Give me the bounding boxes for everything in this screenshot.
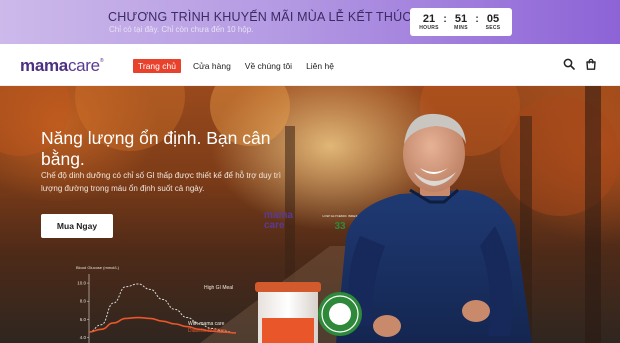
countdown-secs-label: SECS [485,25,501,31]
promo-subtitle: Chỉ có tại đây. Chỉ còn chưa đến 10 hộp. [109,25,254,34]
promo-title: CHƯƠNG TRÌNH KHUYẾN MÃI MÙA LỄ KẾT THÚC … [108,10,446,24]
chart-series-label-high-gi: High GI Meal [204,285,233,291]
badge-number: 33 [334,221,346,232]
glucose-chart: Blood Glucose (mmol/L) 10.0 8.0 6.0 4.0 Hig… [76,265,237,343]
chart-y-tick-label: 4.0 [80,335,87,340]
countdown-hours-label: HOURS [419,25,439,31]
countdown-secs: 05 SECS [480,13,506,31]
hero-description: Chế độ dinh dưỡng có chỉ số GI thấp được… [41,171,281,193]
logo-text-bold: mama [20,56,68,75]
countdown-mins-label: MINS [454,25,468,31]
countdown-mins-value: 51 [454,13,468,25]
low-gi-badge [318,292,362,336]
chart-y-tick-label: 8.0 [80,299,87,304]
countdown-secs-value: 05 [486,13,500,25]
main-nav: Trang chủ Cửa hàng Về chúng tôi Liên hệ [133,59,348,73]
chart-series-label-mamacare: With mama care [188,321,225,327]
hero-title: Năng lượng ổn định. Bạn cân bằng. [41,128,271,169]
countdown-mins: 51 MINS [448,13,474,31]
logo-text-light: care [67,56,100,75]
chart-ylabel: Blood Glucose (mmol/L) [76,265,120,270]
product-label-line2: care [264,220,285,231]
promo-banner: CHƯƠNG TRÌNH KHUYẾN MÃI MÙA LỄ KẾT THÚC … [0,0,620,44]
nav-item-shop[interactable]: Cửa hàng [193,61,231,71]
product-label: mama care [264,211,308,231]
search-icon[interactable] [563,58,575,70]
chart-y-ticks: 10.0 8.0 6.0 4.0 [77,281,89,340]
countdown-timer: 21 HOURS : 51 MINS : 05 SECS [410,8,512,36]
buy-now-button[interactable]: Mua Ngay [41,214,113,238]
shopping-bag-icon[interactable] [585,58,597,70]
badge-text: LOW GLYCEMIC INDEX [322,214,358,218]
nav-item-about[interactable]: Về chúng tôi [245,61,292,71]
nav-item-home[interactable]: Trang chủ [133,59,181,73]
chart-y-tick-label: 6.0 [80,317,87,322]
countdown-hours: 21 HOURS [416,13,442,31]
site-header: mamacare® Trang chủ Cửa hàng Về chúng tô… [0,44,620,86]
mamacare-logo[interactable]: mamacare® [20,56,104,76]
hero-section: mama care 33 LOW GLYCEMIC INDEX Năng lượ… [0,86,620,343]
chart-series-label-diabetic-nutrition: Diabetic Nutrition [188,328,226,334]
nav-item-contact[interactable]: Liên hệ [306,61,334,71]
logo-registered-mark: ® [99,58,104,64]
chart-y-tick-label: 10.0 [77,281,86,286]
countdown-hours-value: 21 [422,13,436,25]
product-jar [255,282,321,343]
